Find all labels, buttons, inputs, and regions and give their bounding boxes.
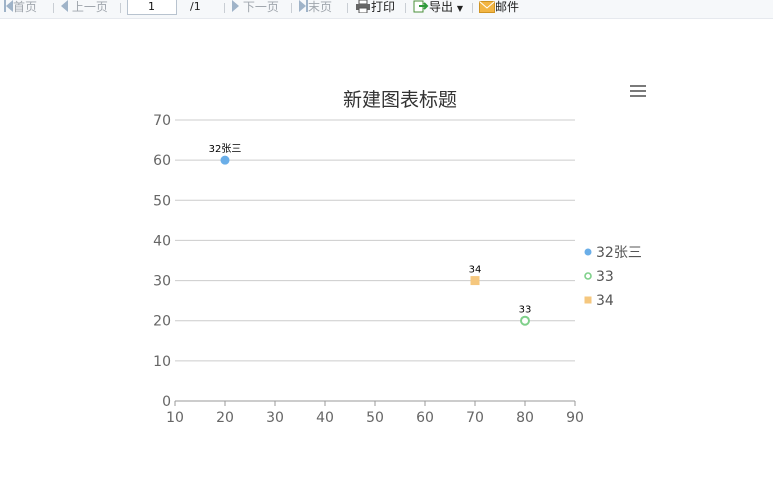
axes xyxy=(174,400,576,406)
x-tick-label: 50 xyxy=(366,410,384,426)
x-tick-label: 70 xyxy=(466,410,484,426)
x-tick-label: 40 xyxy=(316,410,334,426)
data-point xyxy=(220,155,230,165)
y-tick-label: 70 xyxy=(153,113,171,129)
y-tick-label: 30 xyxy=(153,274,171,290)
data-label: 32张三 xyxy=(209,143,242,155)
x-tick-label: 30 xyxy=(266,410,284,426)
x-tick-label: 10 xyxy=(166,410,184,426)
y-tick-label: 10 xyxy=(153,354,171,370)
y-tick-label: 50 xyxy=(153,193,171,209)
y-tick-label: 40 xyxy=(153,233,171,249)
x-tick-label: 20 xyxy=(216,410,234,426)
chart-menu-icon[interactable] xyxy=(630,85,646,98)
legend-marker xyxy=(584,272,592,280)
data-point xyxy=(520,315,530,326)
data-label: 33 xyxy=(519,305,532,316)
data-point xyxy=(470,276,480,286)
legend-entry: 33 xyxy=(596,269,614,285)
legend-entry: 34 xyxy=(596,293,614,309)
y-tick-label: 0 xyxy=(162,394,171,410)
x-tick-label: 90 xyxy=(566,410,584,426)
data-label: 34 xyxy=(469,265,482,276)
y-axis-ticks: 0 10 20 30 40 50 60 70 xyxy=(153,113,171,410)
y-tick-label: 20 xyxy=(153,314,171,330)
grid-lines xyxy=(175,119,575,362)
x-axis-ticks: 10 20 30 40 50 60 70 80 90 xyxy=(166,410,584,426)
x-tick-label: 80 xyxy=(516,410,534,426)
x-tick-label: 60 xyxy=(416,410,434,426)
legend-marker xyxy=(584,296,592,304)
scatter-chart: 010203040506070 10 20 30 40 50 60 70 80 90 32张三3… xyxy=(153,89,642,426)
chart-title: 新建图表标题 xyxy=(343,89,457,111)
legend-marker xyxy=(584,248,592,256)
legend-entry: 32张三 xyxy=(596,245,642,261)
legend: 32张三 33 34 xyxy=(584,245,642,309)
y-tick-label: 60 xyxy=(153,153,171,169)
data-labels: 32张三 33 34 xyxy=(208,142,533,317)
